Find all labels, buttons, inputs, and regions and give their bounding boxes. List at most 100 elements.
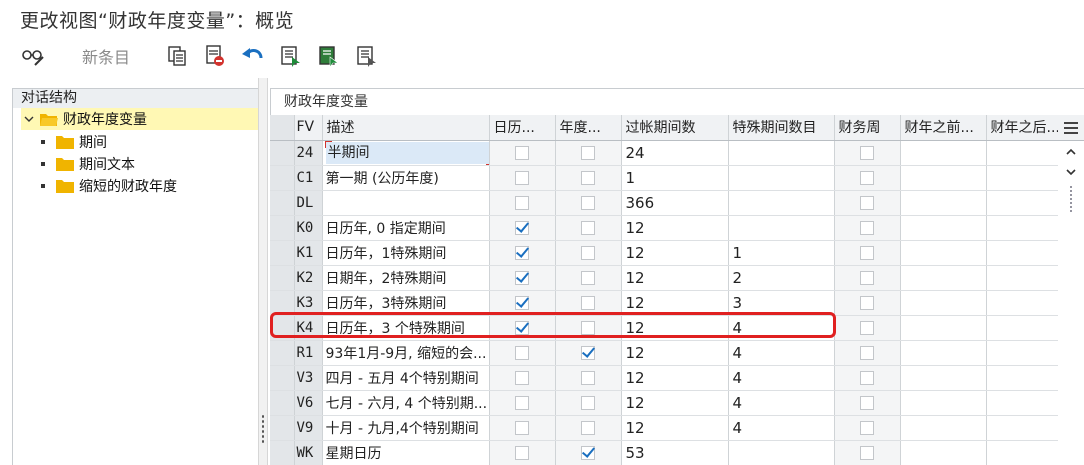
cell-financial-week[interactable]: [834, 290, 901, 316]
checkbox[interactable]: [515, 195, 529, 210]
select-all-button[interactable]: [278, 43, 304, 69]
cell-description[interactable]: 星期日历: [322, 440, 490, 465]
checkbox[interactable]: [515, 395, 529, 410]
cell-year-dependent[interactable]: [555, 440, 622, 465]
delete-button[interactable]: [202, 43, 228, 69]
cell-posting-periods[interactable]: 12: [621, 240, 729, 266]
checkbox[interactable]: [515, 145, 529, 160]
display-change-button[interactable]: [20, 43, 46, 69]
select-block-button[interactable]: [316, 43, 342, 69]
checkbox[interactable]: [581, 245, 595, 260]
cell-year-after[interactable]: [986, 265, 1059, 291]
cell-year-after[interactable]: [986, 140, 1059, 166]
checkbox[interactable]: [515, 320, 529, 335]
row-selector-header[interactable]: [270, 115, 295, 141]
cell-year-after[interactable]: [986, 415, 1059, 441]
cell-special-periods[interactable]: 4: [728, 315, 835, 341]
cell-year-before[interactable]: [900, 265, 987, 291]
cell-financial-week[interactable]: [834, 265, 901, 291]
cell-description[interactable]: [322, 190, 490, 216]
cell-special-periods[interactable]: 3: [728, 290, 835, 316]
cell-special-periods[interactable]: 1: [728, 240, 835, 266]
cell-calendar-year[interactable]: [489, 440, 556, 465]
cell-posting-periods[interactable]: 366: [621, 190, 729, 216]
checkbox[interactable]: [860, 420, 874, 435]
checkbox[interactable]: [581, 370, 595, 385]
row-selector[interactable]: [270, 215, 295, 241]
cell-calendar-year[interactable]: [489, 165, 556, 191]
checkbox[interactable]: [860, 345, 874, 360]
cell-year-after[interactable]: [986, 290, 1059, 316]
tree-node-periods[interactable]: 期间: [41, 131, 107, 153]
table-row[interactable]: K0 日历年, 0 指定期间 12: [270, 215, 1059, 241]
new-entries-button[interactable]: 新条目: [76, 43, 136, 69]
cell-financial-week[interactable]: [834, 190, 901, 216]
table-row[interactable]: WK 星期日历 53: [270, 440, 1059, 465]
cell-special-periods[interactable]: [728, 215, 835, 241]
cell-year-before[interactable]: [900, 390, 987, 416]
cell-special-periods[interactable]: 4: [728, 390, 835, 416]
cell-financial-week[interactable]: [834, 390, 901, 416]
checkbox[interactable]: [860, 445, 874, 460]
cell-year-dependent[interactable]: [555, 140, 622, 166]
cell-year-dependent[interactable]: [555, 290, 622, 316]
cell-year-after[interactable]: [986, 315, 1059, 341]
table-row[interactable]: K1 日历年，1特殊期间 12 1: [270, 240, 1059, 266]
checkbox[interactable]: [581, 270, 595, 285]
cell-year-after[interactable]: [986, 365, 1059, 391]
cell-year-after[interactable]: [986, 240, 1059, 266]
row-selector[interactable]: [270, 190, 295, 216]
table-row[interactable]: V9 十月 - 九月,4个特别期间 12 4: [270, 415, 1059, 441]
cell-calendar-year[interactable]: [489, 340, 556, 366]
deselect-all-button[interactable]: [354, 43, 380, 69]
cell-year-after[interactable]: [986, 190, 1059, 216]
cell-year-before[interactable]: [900, 315, 987, 341]
column-settings-button[interactable]: [1058, 115, 1084, 141]
description-edit-field[interactable]: 半期间: [324, 140, 488, 164]
cell-posting-periods[interactable]: 1: [621, 165, 729, 191]
checkbox[interactable]: [515, 370, 529, 385]
checkbox[interactable]: [515, 345, 529, 360]
cell-description[interactable]: 第一期 (公历年度): [322, 165, 490, 191]
panel-splitter[interactable]: [258, 78, 268, 465]
cell-calendar-year[interactable]: [489, 390, 556, 416]
cell-year-before[interactable]: [900, 190, 987, 216]
table-row[interactable]: V6 七月 - 六月, 4 个特别期... 12 4: [270, 390, 1059, 416]
checkbox[interactable]: [860, 295, 874, 310]
cell-posting-periods[interactable]: 12: [621, 215, 729, 241]
cell-financial-week[interactable]: [834, 140, 901, 166]
checkbox[interactable]: [515, 420, 529, 435]
column-header-year-after[interactable]: 财年之后...: [986, 115, 1059, 141]
checkbox[interactable]: [581, 220, 595, 235]
checkbox[interactable]: [515, 270, 529, 285]
cell-description[interactable]: 日期年，2特殊期间: [322, 265, 490, 291]
cell-posting-periods[interactable]: 53: [621, 440, 729, 465]
checkbox[interactable]: [860, 145, 874, 160]
cell-special-periods[interactable]: [728, 140, 835, 166]
checkbox[interactable]: [515, 220, 529, 235]
row-selector[interactable]: [270, 140, 295, 166]
column-header-description[interactable]: 描述: [322, 115, 490, 141]
checkbox[interactable]: [860, 270, 874, 285]
cell-description[interactable]: 半期间: [322, 140, 490, 166]
cell-calendar-year[interactable]: [489, 315, 556, 341]
cell-year-dependent[interactable]: [555, 390, 622, 416]
cell-year-before[interactable]: [900, 440, 987, 465]
cell-year-before[interactable]: [900, 365, 987, 391]
cell-special-periods[interactable]: [728, 440, 835, 465]
column-header-financial-week[interactable]: 财务周: [834, 115, 901, 141]
cell-year-dependent[interactable]: [555, 265, 622, 291]
checkbox[interactable]: [860, 320, 874, 335]
cell-year-before[interactable]: [900, 415, 987, 441]
cell-posting-periods[interactable]: 12: [621, 340, 729, 366]
tree-node-fiscal-year-variant[interactable]: 财政年度变量: [21, 108, 258, 130]
row-selector[interactable]: [270, 365, 295, 391]
cell-posting-periods[interactable]: 12: [621, 315, 729, 341]
cell-year-dependent[interactable]: [555, 340, 622, 366]
cell-year-dependent[interactable]: [555, 165, 622, 191]
cell-calendar-year[interactable]: [489, 290, 556, 316]
vertical-scrollbar[interactable]: [1058, 141, 1084, 465]
table-row[interactable]: K2 日期年，2特殊期间 12 2: [270, 265, 1059, 291]
scroll-thumb[interactable]: [1068, 185, 1074, 213]
table-row[interactable]: K3 日历年，3特殊期间 12 3: [270, 290, 1059, 316]
